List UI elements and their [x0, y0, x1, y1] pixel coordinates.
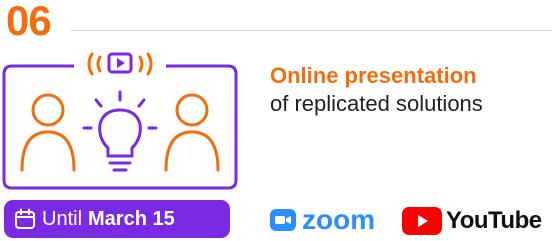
deadline-badge: Until March 15: [4, 200, 230, 238]
zoom-logo: zoom: [270, 205, 375, 235]
youtube-play-icon: [402, 207, 442, 235]
presentation-illustration-icon: [2, 52, 238, 190]
deadline-prefix: Until: [42, 208, 83, 230]
zoom-camera-icon: [270, 209, 296, 231]
step-number: 06: [6, 0, 52, 44]
event-title: Online presentation: [270, 63, 477, 88]
zoom-wordmark: zoom: [302, 204, 376, 235]
calendar-icon: [15, 208, 35, 229]
header-divider: [70, 30, 552, 31]
youtube-wordmark: YouTube: [446, 207, 542, 234]
deadline-date: March 15: [88, 208, 175, 230]
youtube-logo: YouTube: [402, 206, 542, 236]
event-subtitle: of replicated solutions: [270, 91, 483, 116]
